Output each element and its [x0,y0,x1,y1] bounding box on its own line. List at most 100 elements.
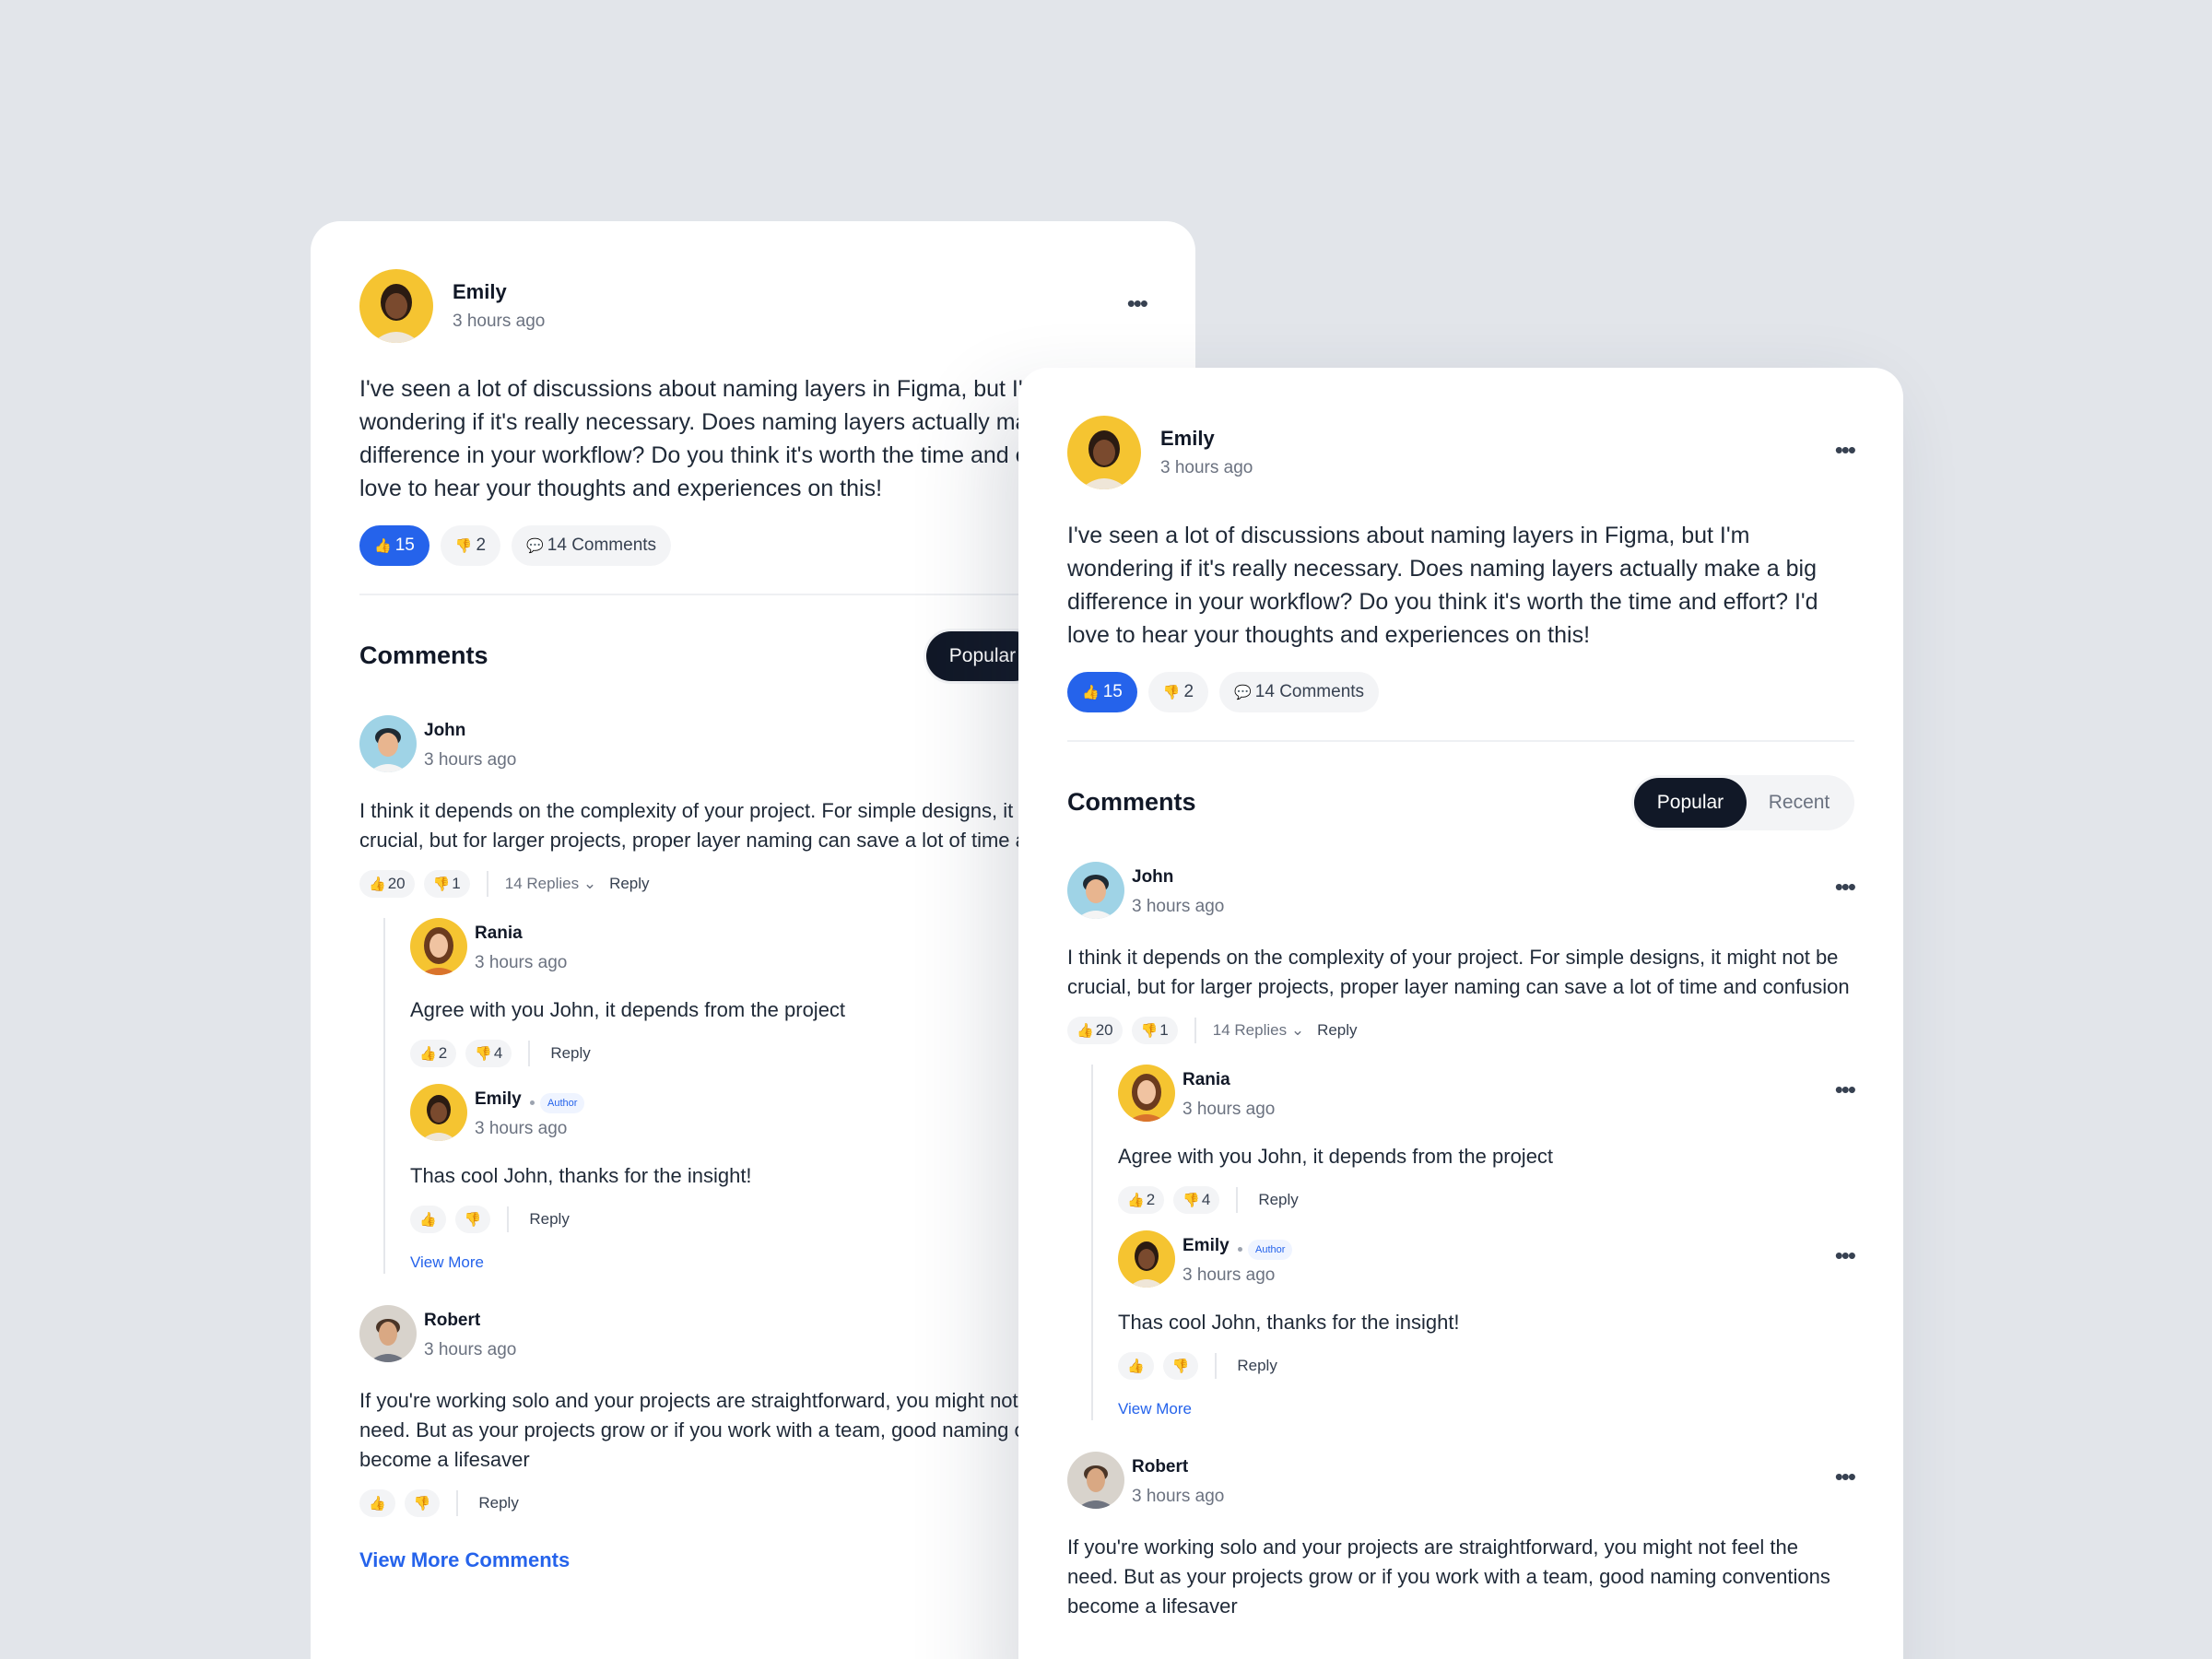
reply-time: 3 hours ago [475,953,568,972]
separator [1194,1018,1196,1043]
dislike-count: 1 [1159,1021,1169,1039]
dislike-button[interactable]: 👎 4 [1173,1186,1220,1214]
view-more-replies[interactable]: View More [1118,1400,1854,1420]
like-button[interactable]: 👍 [410,1206,446,1233]
like-button[interactable]: 👍 15 [359,525,429,566]
reply-button[interactable]: Reply [1258,1191,1298,1209]
reply-emily: Emily Author 3 hours ago ••• Thas cool J… [1118,1230,1856,1380]
like-button[interactable]: 👍 20 [359,870,415,898]
reply-button[interactable]: Reply [550,1044,590,1063]
post-time: 3 hours ago [453,312,546,331]
post-time: 3 hours ago [1160,458,1253,477]
post-reactions: 👍 15 👎 2 💬 14 Comments [1067,672,1854,712]
replies-toggle[interactable]: 14 Replies ⌄ [505,875,596,893]
avatar-john[interactable] [1067,862,1124,919]
separator-dot [530,1100,535,1105]
reply-time: 3 hours ago [475,1119,568,1138]
comment-author-name[interactable]: Robert [1132,1457,1188,1477]
like-count: 2 [438,1044,448,1062]
post-author-name[interactable]: Emily [1160,427,1215,451]
more-dots-icon[interactable]: ••• [1835,1077,1856,1101]
avatar-emily[interactable] [1118,1230,1175,1288]
dislike-button[interactable]: 👎 4 [465,1040,512,1067]
comment-john: John 3 hours ago ••• I think it depends … [1067,862,1856,1420]
avatar-rania[interactable] [1118,1065,1175,1122]
reply-button[interactable]: Reply [1317,1021,1357,1040]
reply-button[interactable]: Reply [478,1494,518,1512]
more-dots-icon[interactable]: ••• [1835,438,1856,462]
tab-popular[interactable]: Popular [1634,778,1747,828]
reply-author-name[interactable]: Rania [1182,1070,1230,1090]
like-button[interactable]: 👍 20 [1067,1017,1123,1044]
replies-toggle[interactable]: 14 Replies ⌄ [1213,1021,1304,1040]
thumbs-up-icon: 👍 [1127,1193,1145,1208]
avatar-rania[interactable] [410,918,467,975]
separator [1215,1353,1218,1379]
thumbs-up-icon: 👍 [374,538,392,554]
separator [456,1490,459,1516]
comment-author-name[interactable]: John [1132,867,1173,888]
post-author-name[interactable]: Emily [453,280,507,304]
post-body: I've seen a lot of discussions about nam… [1067,523,1818,648]
dislike-count: 1 [452,875,461,892]
dislike-button[interactable]: 👎 [454,1206,491,1233]
author-badge: Author [540,1093,585,1113]
reply-button[interactable]: Reply [609,875,649,893]
more-dots-icon[interactable]: ••• [1835,1465,1856,1488]
avatar-emily[interactable] [410,1084,467,1141]
avatar-robert[interactable] [1067,1452,1124,1509]
comment-robert: Robert 3 hours ago ••• If you're working… [1067,1452,1856,1621]
avatar-john[interactable] [359,715,417,772]
like-button[interactable]: 👍 2 [410,1040,457,1067]
dislike-button[interactable]: 👎 2 [1147,672,1209,712]
reply-time: 3 hours ago [1182,1100,1276,1119]
replies-label: 14 Replies [1212,1021,1288,1039]
like-button[interactable]: 👍 15 [1067,672,1137,712]
comment-actions: 👍 20 👎 1 14 Replies ⌄ Reply [1067,1017,1854,1044]
dislike-button[interactable]: 👎 2 [440,525,501,566]
speech-bubble-icon: 💬 [1234,685,1252,700]
thumbs-down-icon: 👎 [454,538,473,554]
dislike-button[interactable]: 👎 [1162,1352,1199,1380]
chevron-down-icon: ⌄ [582,875,597,892]
reply-text: Thas cool John, thanks for the insight! [1118,1311,1460,1334]
like-count: 15 [1102,682,1123,701]
comment-author-name[interactable]: John [424,721,465,741]
more-dots-icon[interactable]: ••• [1835,1243,1856,1267]
like-count: 2 [1146,1191,1156,1208]
dislike-count: 4 [1201,1191,1211,1208]
comment-time: 3 hours ago [1132,897,1225,916]
separator [528,1041,531,1066]
like-button[interactable]: 👍 [359,1489,395,1517]
sort-tabs: Popular Recent [1631,775,1854,830]
separator [1236,1187,1239,1213]
avatar-emily[interactable] [359,269,433,343]
comments-count-label: 14 Comments [547,535,657,555]
avatar-emily[interactable] [1067,416,1141,489]
comments-count-button[interactable]: 💬 14 Comments [512,525,672,566]
comment-author-name[interactable]: Robert [424,1311,480,1331]
thumbs-up-icon: 👍 [1082,685,1100,700]
comments-count-button[interactable]: 💬 14 Comments [1219,672,1380,712]
dislike-button[interactable]: 👎 1 [1131,1017,1178,1044]
reply-button[interactable]: Reply [529,1210,569,1229]
tab-recent[interactable]: Recent [1747,778,1852,828]
more-dots-icon[interactable]: ••• [1127,291,1148,315]
dislike-button[interactable]: 👎 1 [423,870,470,898]
reply-thread: Rania 3 hours ago ••• Agree with you Joh… [1091,1065,1856,1420]
reply-author-name[interactable]: Emily [475,1089,522,1110]
like-button[interactable]: 👍 [1118,1352,1154,1380]
avatar-robert[interactable] [359,1305,417,1362]
more-dots-icon[interactable]: ••• [1835,875,1856,899]
reply-author-name[interactable]: Emily [1182,1236,1230,1256]
reply-author-name[interactable]: Rania [475,924,523,944]
comment-text: I think it depends on the complexity of … [1067,946,1850,998]
thumbs-down-icon: 👎 [1162,685,1181,700]
like-button[interactable]: 👍 2 [1118,1186,1165,1214]
thumbs-down-icon: 👎 [475,1046,492,1062]
dislike-count: 4 [493,1044,503,1062]
dislike-button[interactable]: 👎 [404,1489,441,1517]
thumbs-up-icon: 👍 [419,1212,437,1228]
comments-title: Comments [1067,788,1196,816]
reply-button[interactable]: Reply [1237,1357,1277,1375]
